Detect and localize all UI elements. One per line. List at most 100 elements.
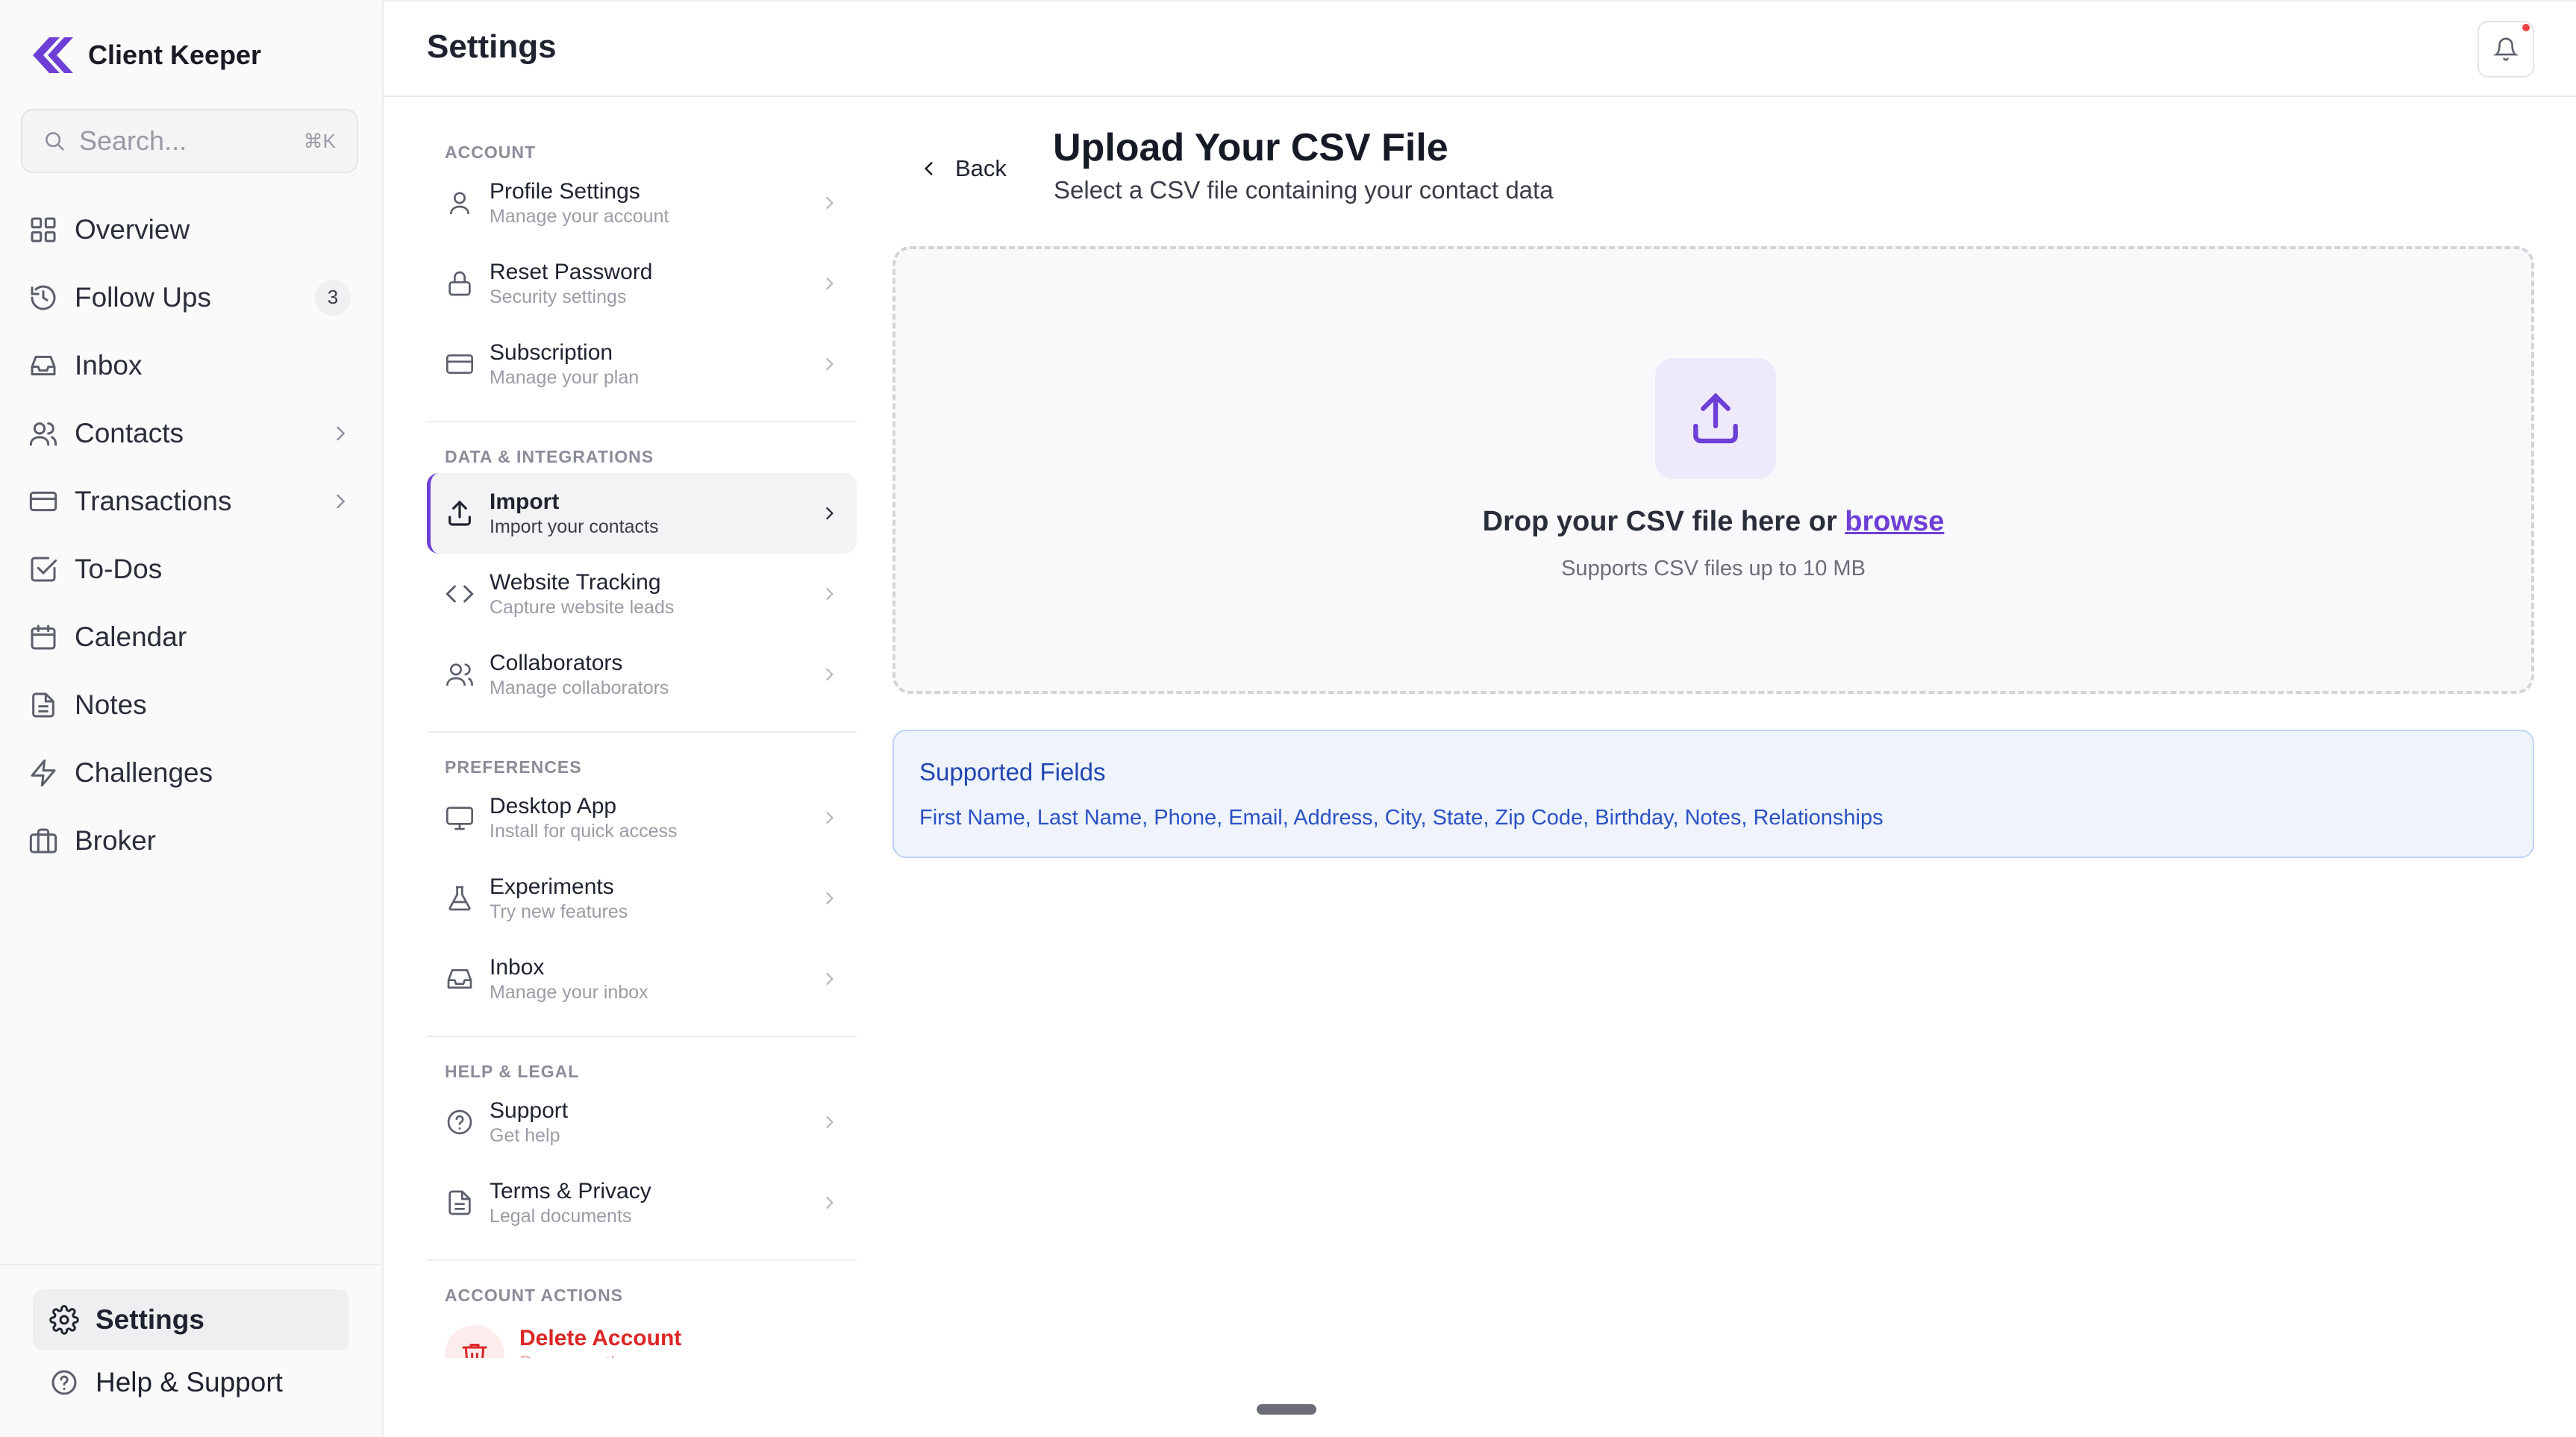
chevron-right-icon [825, 972, 834, 986]
sidebar-item-label: Challenges [75, 757, 213, 788]
brand-name: Client Keeper [88, 40, 262, 70]
search-icon [46, 132, 64, 151]
chevron-right-icon [825, 357, 834, 371]
menu-item-subtitle: Install for quick access [490, 821, 678, 842]
sidebar-item-broker[interactable]: Broker [21, 807, 358, 874]
sidebar-item-label: To-Dos [75, 553, 163, 584]
code-icon [446, 585, 474, 603]
menu-item-import[interactable]: Import Import your contacts [427, 473, 857, 554]
drop-text: Drop your CSV file here or browse [895, 506, 2531, 538]
sidebar-item-label: Inbox [75, 349, 143, 381]
search-input[interactable]: Search... ⌘K [21, 109, 358, 173]
supported-fields-box: Supported Fields First Name, Last Name, … [892, 730, 2534, 858]
notification-dot [2522, 24, 2530, 31]
chevron-right-icon [825, 587, 834, 601]
menu-item-website-tracking[interactable]: Website Tracking Capture website leads [427, 554, 857, 634]
back-label: Back [955, 155, 1007, 181]
menu-item-collaborators[interactable]: Collaborators Manage collaborators [427, 634, 857, 715]
sidebar-item-label: Follow Ups [75, 281, 211, 313]
sidebar-nav: Overview Follow Ups 3 Inbox Contacts Tra… [21, 195, 358, 874]
menu-item-desktop-app[interactable]: Desktop App Install for quick access [427, 777, 857, 858]
settings-menu: ACCOUNT Profile Settings Manage your acco… [427, 112, 857, 1358]
menu-item-inbox[interactable]: Inbox Manage your inbox [427, 939, 857, 1019]
chevron-right-icon [825, 507, 834, 520]
menu-item-experiments[interactable]: Experiments Try new features [427, 858, 857, 939]
file-text-icon [448, 1190, 471, 1215]
menu-item-title: Profile Settings [490, 179, 640, 204]
briefcase-icon [29, 828, 57, 853]
sidebar-item-challenges[interactable]: Challenges [21, 739, 358, 807]
sidebar-item-settings[interactable]: Settings [33, 1289, 349, 1350]
sidebar-item-label: Settings [96, 1304, 204, 1335]
grid-icon [31, 217, 56, 242]
sidebar-item-help-support[interactable]: Help & Support [33, 1352, 349, 1413]
sidebar-item-inbox[interactable]: Inbox [21, 331, 358, 399]
menu-item-title: Import [490, 489, 560, 514]
menu-item-profile-settings[interactable]: Profile Settings Manage your account [427, 163, 857, 243]
menu-item-support[interactable]: Support Get help [427, 1082, 857, 1162]
drop-instructions: Drop your CSV file here or [1482, 506, 1837, 537]
sidebar-item-calendar[interactable]: Calendar [21, 603, 358, 671]
menu-item-subtitle: Manage your account [490, 206, 669, 227]
zap-icon [31, 759, 56, 786]
sidebar-item-label: Transactions [75, 485, 232, 516]
brand[interactable]: Client Keeper [27, 34, 261, 76]
scroll-indicator[interactable] [1257, 1404, 1316, 1415]
menu-item-title: Inbox [490, 955, 545, 980]
menu-item-reset-password[interactable]: Reset Password Security settings [427, 243, 857, 324]
inbox-icon [31, 355, 56, 375]
menu-item-subtitle: Permanently remove [519, 1352, 839, 1358]
menu-item-subtitle: Manage your inbox [490, 982, 648, 1003]
sidebar-item-notes[interactable]: Notes [21, 671, 358, 739]
menu-item-subscription[interactable]: Subscription Manage your plan [427, 324, 857, 404]
app-window: Client Keeper Search... ⌘K Overview Foll… [0, 0, 2576, 1437]
menu-item-subtitle: Import your contacts [490, 516, 659, 537]
browse-link[interactable]: browse [1845, 506, 1944, 537]
sidebar-item-label: Overview [75, 213, 190, 245]
bell-icon [2493, 37, 2519, 61]
page-title: Settings [427, 28, 557, 65]
upload-icon [448, 500, 471, 526]
user-icon [450, 192, 469, 215]
section-title-account-actions: ACCOUNT ACTIONS [445, 1286, 624, 1305]
chevron-right-icon [337, 426, 346, 440]
chevron-right-icon [825, 892, 834, 905]
sidebar-item-to-dos[interactable]: To-Dos [21, 535, 358, 603]
file-text-icon [32, 692, 54, 717]
back-button[interactable]: Back [919, 154, 1007, 184]
content-title: Upload Your CSV File [1053, 126, 1448, 169]
chevron-right-icon [825, 196, 834, 210]
monitor-icon [446, 807, 473, 830]
chevron-right-icon [825, 277, 834, 290]
client-keeper-logo-icon [33, 37, 73, 73]
page-header: Settings [384, 0, 2576, 97]
sidebar: Client Keeper Search... ⌘K Overview Foll… [0, 0, 384, 1437]
count-badge: 3 [315, 279, 351, 316]
chevron-right-icon [825, 1115, 834, 1129]
section-divider [427, 421, 857, 422]
flask-icon [448, 886, 471, 911]
menu-item-delete-account[interactable]: Delete Account Permanently remove [427, 1306, 857, 1358]
sidebar-item-contacts[interactable]: Contacts [21, 399, 358, 467]
search-placeholder: Search... [79, 125, 187, 156]
search-shortcut: ⌘K [303, 129, 336, 152]
menu-item-title: Terms & Privacy [490, 1179, 651, 1203]
menu-item-terms-privacy[interactable]: Terms & Privacy Legal documents [427, 1162, 857, 1243]
sidebar-item-overview[interactable]: Overview [21, 195, 358, 263]
section-divider [427, 1036, 857, 1037]
section-title-data-integrations: DATA & INTEGRATIONS [445, 447, 654, 466]
menu-item-title: Support [490, 1098, 569, 1123]
calendar-icon [31, 624, 56, 649]
sidebar-item-transactions[interactable]: Transactions [21, 467, 358, 535]
sidebar-item-label: Calendar [75, 621, 187, 652]
menu-item-subtitle: Capture website leads [490, 597, 675, 618]
sidebar-item-follow-ups[interactable]: Follow Ups 3 [21, 263, 358, 331]
csv-dropzone[interactable]: Drop your CSV file here or browse Suppor… [892, 246, 2534, 694]
menu-item-title: Subscription [490, 340, 613, 365]
menu-item-subtitle: Manage your plan [490, 367, 640, 388]
delete-icon-wrap [445, 1325, 504, 1358]
users-icon [446, 663, 473, 686]
help-circle-icon [447, 1109, 472, 1135]
notifications-button[interactable] [2477, 21, 2534, 78]
section-title-preferences: PREFERENCES [445, 757, 582, 777]
